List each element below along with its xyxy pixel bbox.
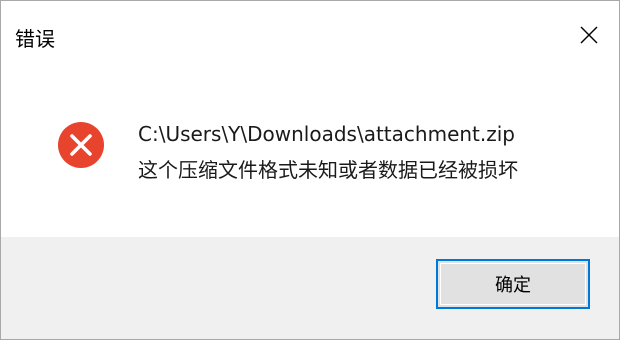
title-bar[interactable]: 错误 <box>1 1 619 71</box>
ok-button-label: 确定 <box>495 275 531 296</box>
ok-button[interactable]: 确定 <box>436 259 590 309</box>
button-bar: 确定 <box>1 237 619 339</box>
file-path-text: C:\Users\Y\Downloads\attachment.zip <box>138 122 515 146</box>
close-icon <box>579 25 599 45</box>
close-button[interactable] <box>559 1 619 69</box>
window-title: 错误 <box>15 27 55 51</box>
message-area: C:\Users\Y\Downloads\attachment.zip 这个压缩… <box>1 71 619 237</box>
error-dialog: 错误 C:\Users\Y\Downloads\attachment.zip 这… <box>0 0 620 340</box>
error-icon <box>57 121 105 169</box>
error-message-text: 这个压缩文件格式未知或者数据已经被损坏 <box>138 158 518 182</box>
